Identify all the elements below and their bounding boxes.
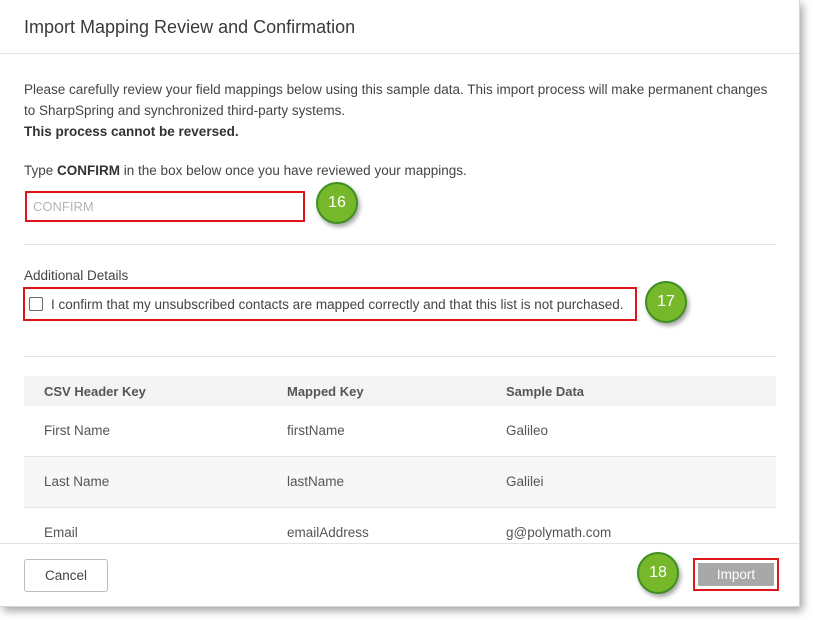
dialog-title: Import Mapping Review and Confirmation <box>24 17 356 37</box>
cell-sample-data: g@polymath.com <box>506 525 612 540</box>
dialog-header: Import Mapping Review and Confirmation <box>0 0 799 54</box>
cell-csv-key: Email <box>44 525 78 540</box>
cell-mapped-key: firstName <box>287 423 345 438</box>
cell-sample-data: Galileo <box>506 423 549 438</box>
table-row: First Name firstName Galileo <box>24 406 776 457</box>
cell-mapped-key: lastName <box>287 474 345 489</box>
confirm-instruction-suffix: in the box below once you have reviewed … <box>120 163 467 178</box>
divider <box>24 356 776 357</box>
description-line-2: to SharpSpring and synchronized third-pa… <box>24 103 346 118</box>
table-row: Last Name lastName Galilei <box>24 457 776 508</box>
table-header: CSV Header Key Mapped Key Sample Data <box>24 376 776 406</box>
import-review-dialog: Import Mapping Review and Confirmation P… <box>0 0 800 607</box>
description: Please carefully review your field mappi… <box>24 79 784 142</box>
description-line-1: Please carefully review your field mappi… <box>24 82 768 97</box>
callout-badge-17: 17 <box>645 281 687 323</box>
callout-badge-16: 16 <box>316 182 358 224</box>
column-header-mapped-key: Mapped Key <box>287 384 364 399</box>
cell-mapped-key: emailAddress <box>287 525 369 540</box>
confirm-input[interactable] <box>25 191 305 222</box>
cell-sample-data: Galilei <box>506 474 544 489</box>
dialog-footer: Cancel 18 Import <box>0 543 799 606</box>
cell-csv-key: Last Name <box>44 474 110 489</box>
divider <box>24 244 776 245</box>
dialog-body: Please carefully review your field mappi… <box>0 54 799 544</box>
confirm-instruction: Type CONFIRM in the box below once you h… <box>24 163 467 178</box>
column-header-sample-data: Sample Data <box>506 384 585 399</box>
cancel-button[interactable]: Cancel <box>24 559 108 592</box>
confirm-instruction-prefix: Type <box>24 163 58 178</box>
cell-csv-key: First Name <box>44 423 111 438</box>
column-header-csv-key: CSV Header Key <box>44 384 146 399</box>
unsubscribed-confirm-label[interactable]: I confirm that my unsubscribed contacts … <box>51 297 624 312</box>
unsubscribed-confirm-checkbox[interactable] <box>29 297 43 311</box>
callout-badge-18: 18 <box>637 552 679 594</box>
mapping-table: CSV Header Key Mapped Key Sample Data Fi… <box>24 376 776 544</box>
import-highlight: Import <box>693 558 779 591</box>
additional-details-heading: Additional Details <box>24 268 129 283</box>
confirm-keyword: CONFIRM <box>57 163 121 178</box>
irreversible-warning: This process cannot be reversed. <box>24 124 239 139</box>
table-row: Email emailAddress g@polymath.com <box>24 508 776 544</box>
import-button[interactable]: Import <box>698 563 774 586</box>
